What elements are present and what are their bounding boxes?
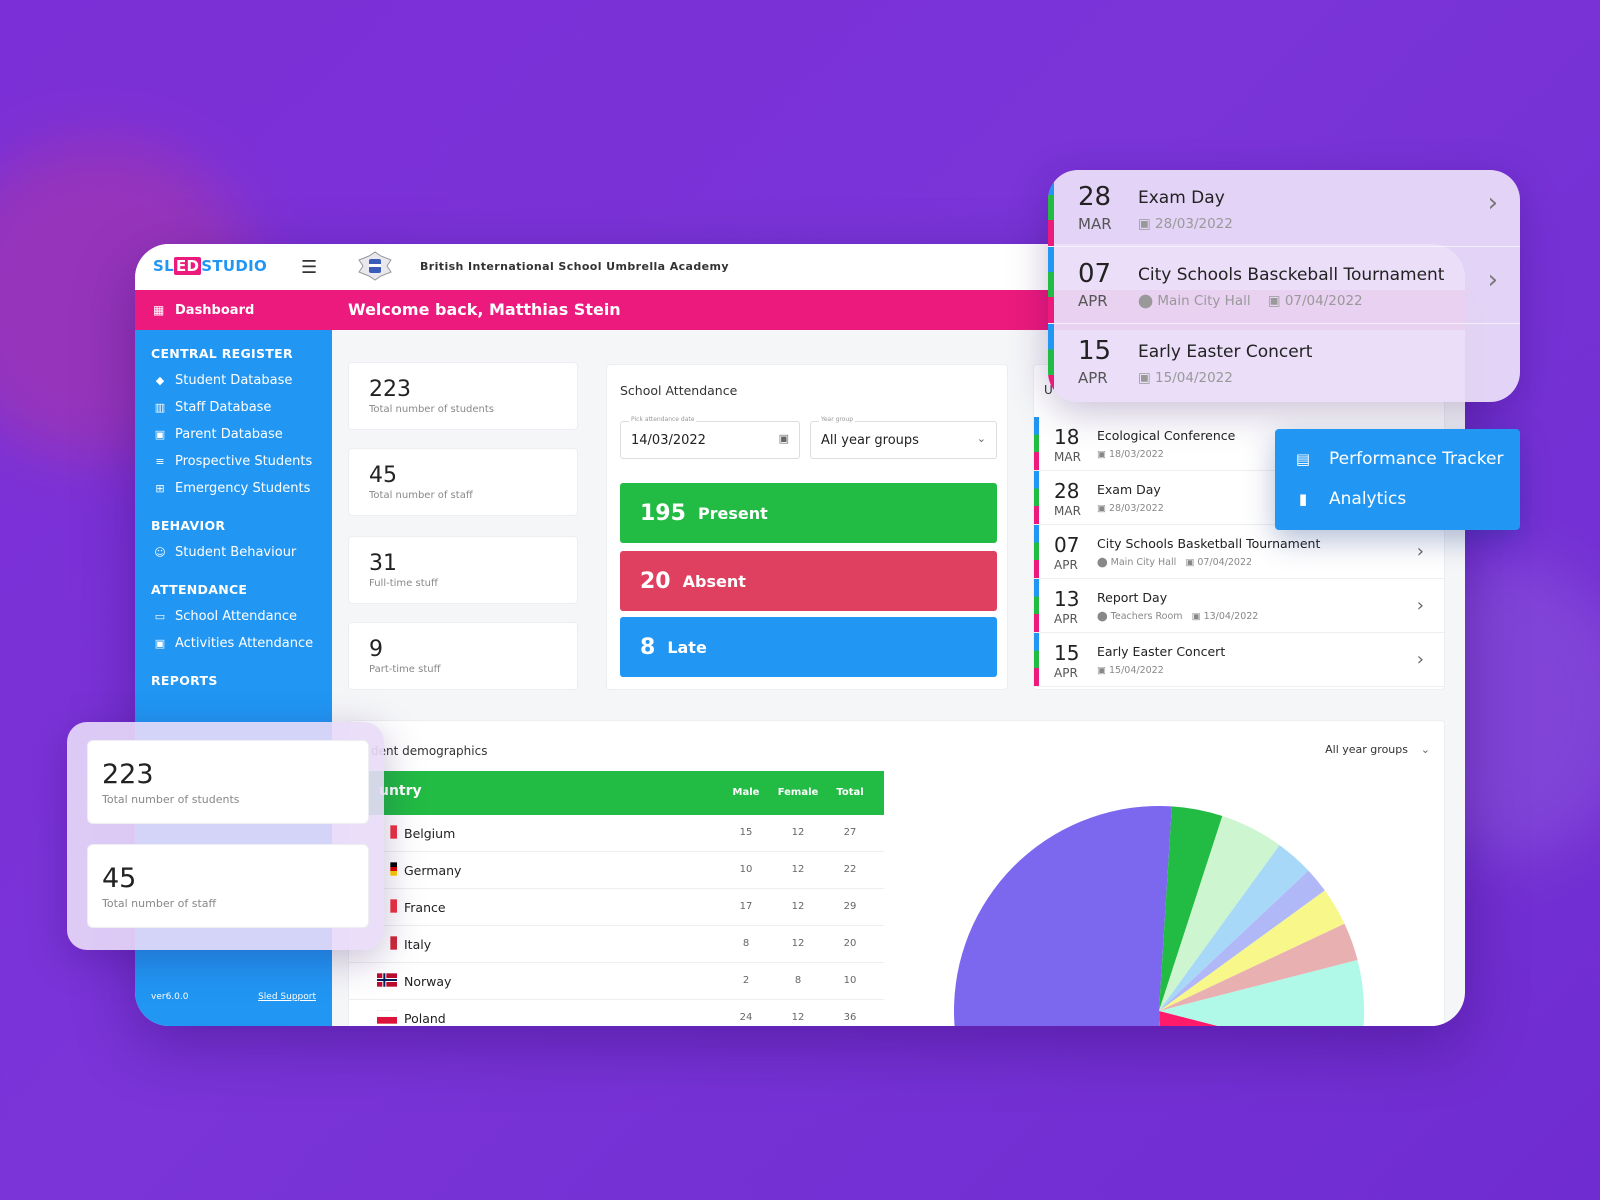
late-bar[interactable]: 8 Late [620,617,997,677]
bar-chart-icon: ▮ [1298,490,1308,508]
chevron-right-icon[interactable]: › [1488,188,1498,218]
attendance-title: School Attendance [620,383,738,398]
stat-card-staff: 45 Total number of staff [348,448,578,516]
table-row[interactable]: Italy 8 12 20 [349,926,884,963]
calendar-icon: ▣ [1097,503,1109,514]
chevron-right-icon[interactable]: › [1417,541,1424,562]
school-name: British International School Umbrella Ac… [420,260,729,273]
sidebar-item-student-database[interactable]: ◆ Student Database [135,367,332,394]
chevron-down-icon: ⌄ [976,432,986,445]
stat-card-staff: 45 Total number of staff [87,844,369,928]
brand-logo[interactable]: SL ED STUDIO [153,257,267,275]
section-behavior: BEHAVIOR [151,518,226,533]
calendar-icon: ▣ [1138,216,1156,232]
flag-poland-icon [377,1010,397,1024]
document-icon: ▤ [1295,450,1311,468]
calendar-icon: ▣ [1191,611,1204,622]
event-row[interactable]: 15 APR Early Easter Concert ▣ 15/04/2022… [1034,633,1444,687]
table-row[interactable]: Norway 2 8 10 [349,963,884,1000]
sidebar-item-emergency-students[interactable]: ⊞ Emergency Students [135,475,332,502]
calendar-icon: ▣ [1267,293,1285,309]
table-row[interactable]: France 17 12 29 [349,889,884,926]
sidebar-item-activities-attendance[interactable]: ▣ Activities Attendance [135,630,332,657]
calendar-icon: ▣ [778,432,789,445]
attendance-card: School Attendance Pick attendance date 1… [606,364,1008,690]
sidebar-item-parent-database[interactable]: ▣ Parent Database [135,421,332,448]
location-pin-icon: ⬤ [1097,611,1111,622]
menu-item-performance-tracker[interactable]: ▤ Performance Tracker [1295,449,1504,469]
chevron-down-icon: ⌄ [1420,743,1430,756]
sidebar-item-dashboard[interactable]: ▦ Dashboard [135,290,332,330]
section-central-register: CENTRAL REGISTER [151,346,293,361]
sidebar-item-staff-database[interactable]: ▥ Staff Database [135,394,332,421]
support-link[interactable]: Sled Support [258,992,316,1002]
list-icon: ≡ [155,455,165,468]
stat-card-part-time: 9 Part-time stuff [348,622,578,690]
table-row[interactable]: Belgium 15 12 27 [349,815,884,852]
event-row[interactable]: 28 MAR Exam Day ▣ 28/03/2022 › [1048,170,1520,247]
demographics-title: dent demographics [371,744,488,758]
table-row[interactable]: Germany 10 12 22 [349,852,884,889]
event-row[interactable]: 13 APR Report Day ⬤ Teachers Room ▣ 13/0… [1034,579,1444,633]
floating-events-panel: 28 MAR Exam Day ▣ 28/03/2022 › 07 APR Ci… [1048,170,1520,402]
sidebar-item-student-behaviour[interactable]: ☺ Student Behaviour [135,539,332,566]
demographics-year-select[interactable]: All year groups ⌄ [1325,743,1430,756]
flag-norway-icon [377,973,397,987]
graduation-cap-icon: ◆ [155,374,165,387]
demographics-card: dent demographics All year groups ⌄ untr… [348,720,1445,1026]
event-row[interactable]: 15 APR Early Easter Concert ▣ 15/04/2022 [1048,324,1520,401]
event-row[interactable]: 07 APR City Schools Basckeball Tournamen… [1048,247,1520,324]
location-pin-icon: ⬤ [1097,557,1111,568]
calendar-icon: ▭ [154,610,166,623]
calendar-icon: ▣ [1097,449,1109,460]
floating-stats-panel: 223 Total number of students 45 Total nu… [67,722,384,950]
dashboard-icon: ▦ [153,303,165,317]
section-attendance: ATTENDANCE [151,582,248,597]
calendar-check-icon: ▣ [154,637,166,650]
stat-card-full-time: 31 Full-time stuff [348,536,578,604]
calendar-icon: ▣ [1138,370,1156,386]
table-header: untry Male Female Total [349,771,884,815]
menu-icon[interactable]: ☰ [301,257,317,278]
sidebar-item-school-attendance[interactable]: ▭ School Attendance [135,603,332,630]
event-row[interactable]: 07 APR City Schools Basketball Tournamen… [1034,525,1444,579]
calendar-icon: ▣ [1097,665,1109,676]
chevron-right-icon[interactable]: › [1417,649,1424,670]
table-row[interactable]: Poland 24 12 36 [349,1000,884,1026]
smiley-icon: ☺ [154,546,166,559]
building-icon: ▥ [154,401,166,414]
sidebar-item-prospective-students[interactable]: ≡ Prospective Students [135,448,332,475]
contact-card-icon: ▣ [154,428,166,441]
attendance-date-field[interactable]: Pick attendance date 14/03/2022 ▣ [620,416,800,459]
section-reports: REPORTS [151,673,218,688]
sidebar-footer: ver6.0.0 Sled Support [151,992,316,1002]
demographics-table: untry Male Female Total Belgium 15 12 27… [349,771,884,1026]
floating-menu: ▤ Performance Tracker ▮ Analytics [1275,429,1520,530]
demographics-pie-chart [954,806,1364,1026]
location-pin-icon: ⬤ [1138,293,1158,309]
version-label: ver6.0.0 [151,992,189,1002]
stat-card-students: 223 Total number of students [348,362,578,430]
absent-bar[interactable]: 20 Absent [620,551,997,611]
chevron-right-icon[interactable]: › [1488,265,1498,295]
plus-box-icon: ⊞ [155,482,165,495]
menu-item-analytics[interactable]: ▮ Analytics [1295,489,1406,509]
pie-slice-0[interactable] [954,806,1172,1026]
school-crest-icon [358,251,392,281]
present-bar[interactable]: 195 Present [620,483,997,543]
calendar-icon: ▣ [1185,557,1198,568]
chevron-right-icon[interactable]: › [1417,595,1424,616]
year-group-select[interactable]: Year group All year groups ⌄ [810,416,997,459]
stat-card-students: 223 Total number of students [87,740,369,824]
